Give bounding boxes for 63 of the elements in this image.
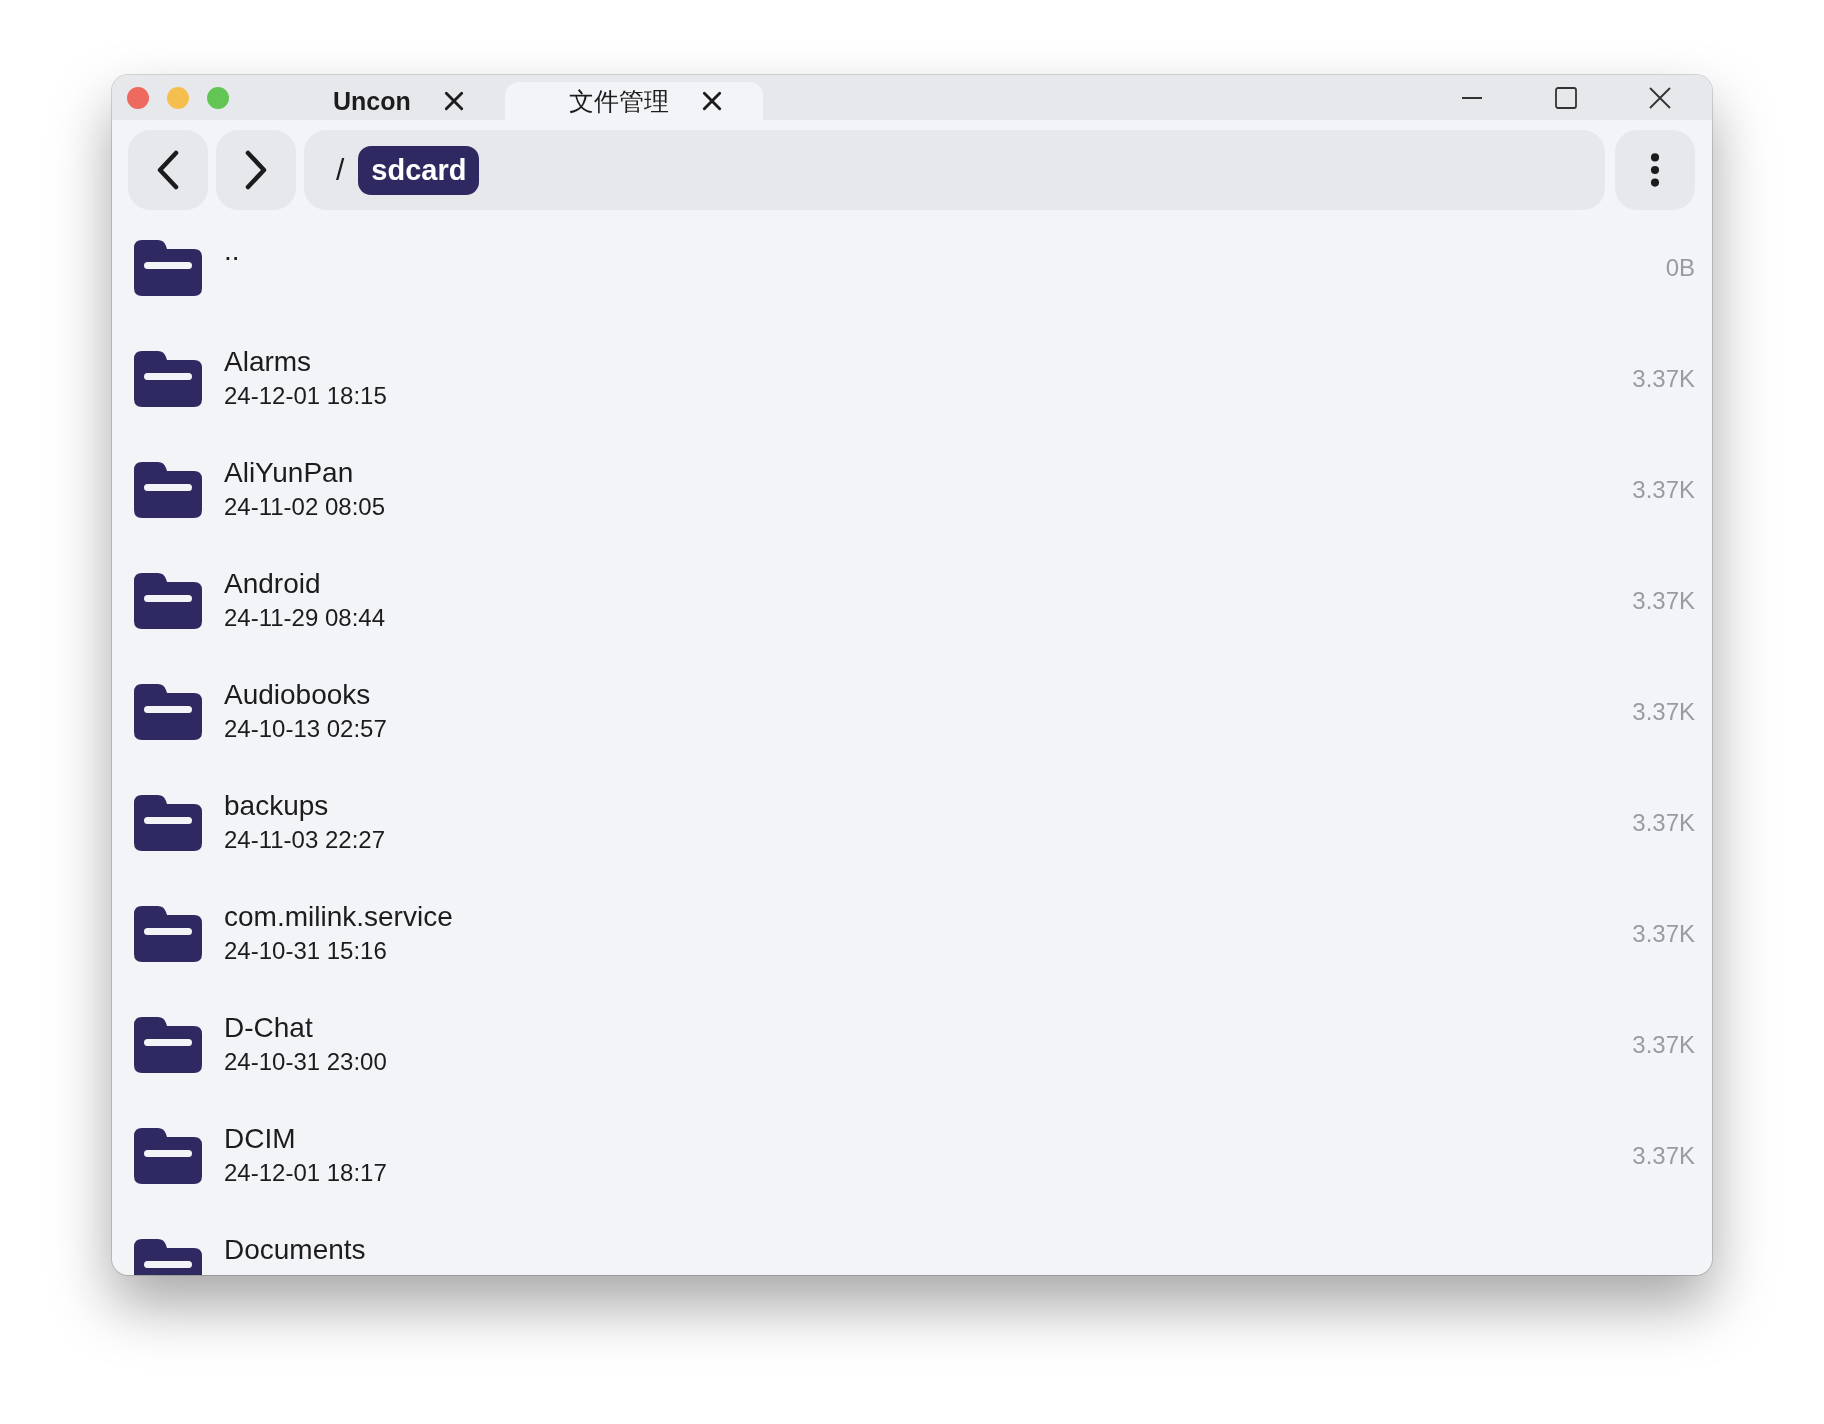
file-row[interactable]: backups 24-11-03 22:27 3.37K	[112, 767, 1712, 878]
modified-date: 24-11-03 22:27	[224, 825, 386, 854]
file-name: D-Chat	[224, 1011, 314, 1044]
modified-date: 24-10-13 02:57	[224, 714, 388, 743]
file-row[interactable]: Alarms 24-12-01 18:15 3.37K	[112, 323, 1712, 434]
folder-icon	[134, 461, 202, 518]
file-size: 3.37K	[1632, 919, 1695, 948]
file-row[interactable]: DCIM 24-12-01 18:17 3.37K	[112, 1100, 1712, 1211]
file-size: 0B	[1665, 253, 1695, 282]
modified-date: 24-11-29 08:44	[224, 603, 386, 632]
folder-icon	[134, 683, 202, 740]
close-icon[interactable]	[442, 90, 465, 112]
file-row[interactable]: AliYunPan 24-11-02 08:05 3.37K	[112, 434, 1712, 545]
tab[interactable]: 文件管理	[504, 82, 763, 120]
modified-date: 24-10-31 15:16	[224, 936, 388, 965]
file-row[interactable]: com.milink.service 24-10-31 15:16 3.37K	[112, 878, 1712, 989]
file-name: Documents	[224, 1233, 367, 1266]
folder-icon	[134, 572, 202, 629]
modified-date: 24-12-01 18:17	[224, 1158, 388, 1187]
more-icon	[1650, 152, 1660, 188]
more-button[interactable]	[1615, 130, 1695, 210]
modified-date: 24-12-01 18:15	[224, 381, 388, 410]
close-window-button[interactable]	[127, 86, 149, 109]
file-row[interactable]: Documents	[112, 1211, 1712, 1275]
tab-label: 文件管理	[568, 85, 669, 117]
back-button[interactable]	[128, 130, 208, 210]
file-name: Android	[224, 567, 322, 600]
chevron-left-icon	[156, 150, 180, 190]
tab-label: Uncon	[333, 86, 411, 116]
file-size: 3.37K	[1632, 364, 1695, 393]
path-segment[interactable]: sdcard	[358, 145, 480, 195]
file-name: Alarms	[224, 345, 313, 378]
folder-icon	[134, 1127, 202, 1184]
folder-icon	[134, 905, 202, 962]
path-separator: /	[336, 153, 345, 187]
file-size: 3.37K	[1632, 586, 1695, 615]
file-name: Audiobooks	[224, 678, 372, 711]
file-size: 3.37K	[1632, 808, 1695, 837]
file-size: 3.37K	[1632, 475, 1695, 504]
tab[interactable]: Uncon	[269, 82, 505, 120]
modified-date: 24-11-02 08:05	[224, 492, 386, 521]
maximize-icon[interactable]	[1554, 85, 1578, 110]
file-name: backups	[224, 789, 330, 822]
file-row[interactable]: Audiobooks 24-10-13 02:57 3.37K	[112, 656, 1712, 767]
folder-icon	[134, 350, 202, 407]
folder-icon	[134, 1016, 202, 1073]
file-size: 3.37K	[1632, 697, 1695, 726]
file-name: AliYunPan	[224, 456, 355, 489]
forward-button[interactable]	[216, 130, 296, 210]
close-icon[interactable]	[1648, 85, 1672, 110]
file-size: 3.37K	[1632, 1141, 1695, 1170]
folder-icon	[134, 239, 202, 296]
file-size: 3.37K	[1632, 1030, 1695, 1059]
file-row[interactable]: D-Chat 24-10-31 23:00 3.37K	[112, 989, 1712, 1100]
file-name: ..	[224, 234, 241, 267]
file-name: com.milink.service	[224, 900, 454, 933]
close-icon[interactable]	[700, 90, 723, 112]
folder-icon	[134, 794, 202, 851]
file-name: DCIM	[224, 1122, 297, 1155]
file-row[interactable]: .. 0B	[112, 212, 1712, 323]
file-row[interactable]: Android 24-11-29 08:44 3.37K	[112, 545, 1712, 656]
modified-date: 24-10-31 23:00	[224, 1047, 388, 1076]
chevron-right-icon	[244, 150, 268, 190]
